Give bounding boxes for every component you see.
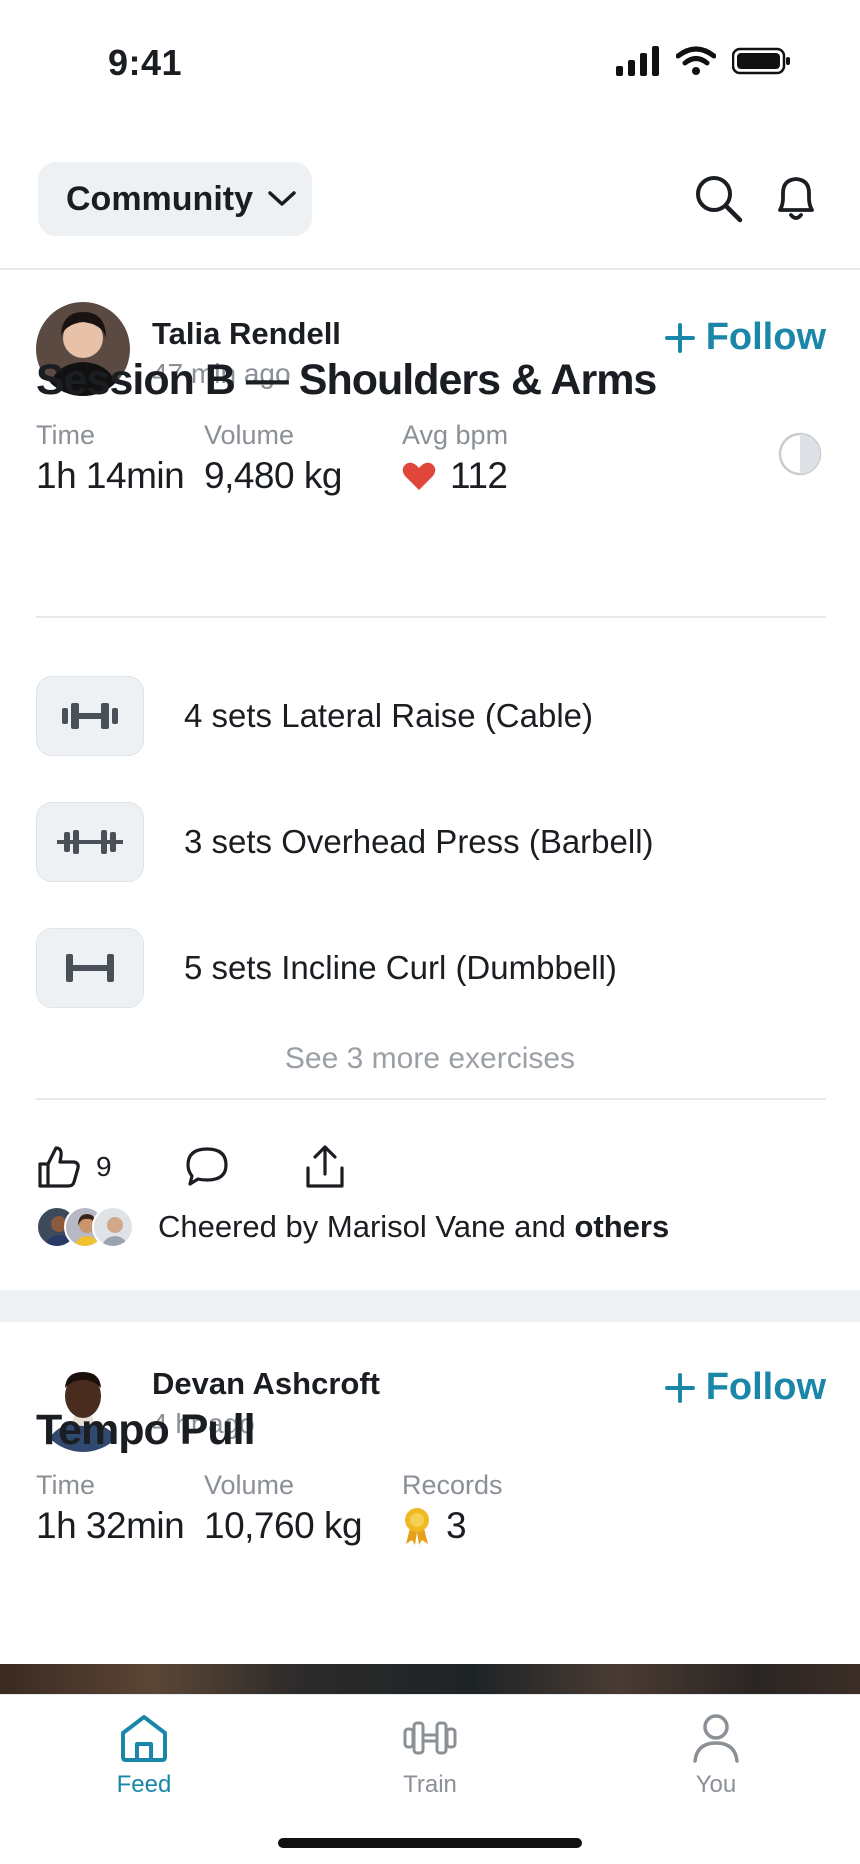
stat-volume: Volume 10,760 kg [204, 1470, 363, 1547]
exercise-item[interactable]: 4 sets Lateral Raise (Cable) [36, 676, 826, 756]
divider [36, 1098, 826, 1100]
stat-label: Time [36, 1470, 95, 1500]
medal-icon [405, 1508, 429, 1545]
workout-photo[interactable] [0, 1664, 860, 1694]
stat-label: Volume [204, 1470, 295, 1500]
follow-button[interactable]: Follow [664, 1366, 826, 1409]
stat-records: Records 3 [402, 1470, 503, 1547]
stat-value: 9,480 kg [204, 455, 342, 496]
exercise-label: 4 sets Lateral Raise (Cable) [184, 697, 594, 734]
bar-icon [66, 954, 114, 982]
status-icons [616, 46, 792, 76]
cheer-avatars [36, 1206, 134, 1248]
stat-value-row: 3 [402, 1505, 503, 1547]
community-dropdown[interactable]: Community [38, 162, 312, 236]
stat-time: Time 1h 32min [36, 1470, 185, 1547]
follow-label: Follow [705, 316, 826, 358]
avatar [92, 1206, 134, 1248]
see-more-exercises-link[interactable]: See 3 more exercises [0, 1042, 860, 1076]
cheer-row[interactable]: Cheered by Marisol Vane and others [36, 1206, 669, 1248]
exercise-thumb [36, 928, 144, 1008]
like-count: 9 [96, 1151, 112, 1182]
dumbbell-icon [403, 1721, 457, 1755]
profile-icon [693, 1714, 739, 1763]
dumbbell-icon [62, 703, 118, 729]
tab-feed[interactable]: Feed [64, 1713, 224, 1799]
stat-avg-bpm: Avg bpm 112 [402, 420, 508, 497]
stat-volume: Volume 9,480 kg [204, 420, 342, 497]
status-time: 9:41 [108, 42, 183, 83]
comment-icon [185, 1147, 228, 1186]
thumbs-up-icon [38, 1146, 80, 1188]
tab-label: Train [403, 1771, 457, 1798]
workout-post: Devan Ashcroft 4 hr ago Follow Tempo Pul… [0, 1322, 860, 1692]
tab-label: You [695, 1771, 737, 1798]
community-label: Community [66, 179, 253, 218]
tab-train[interactable]: Train [350, 1713, 510, 1799]
stat-label: Time [36, 420, 95, 450]
stat-value: 1h 32min [36, 1505, 185, 1546]
chevron-down-icon [268, 191, 296, 206]
heart-icon [402, 462, 436, 490]
barbell-icon [57, 830, 123, 854]
stat-label: Records [402, 1470, 503, 1500]
comment-button[interactable] [184, 1144, 230, 1190]
bell-icon[interactable] [770, 172, 822, 224]
exercise-thumb [36, 676, 144, 756]
exercise-item[interactable]: 3 sets Overhead Press (Barbell) [36, 802, 826, 882]
tab-you[interactable]: You [636, 1713, 796, 1799]
cellular-signal-icon [616, 46, 659, 76]
workout-post: Talia Rendell 47 min ago Follow Session … [0, 272, 860, 1288]
section-separator [0, 1290, 860, 1322]
workout-title[interactable]: Session B — Shoulders & Arms [36, 356, 657, 405]
exercise-item[interactable]: 5 sets Incline Curl (Dumbbell) [36, 928, 826, 1008]
follow-label: Follow [705, 1366, 826, 1408]
wifi-icon [676, 46, 716, 75]
post-actions: 9 [36, 1144, 348, 1190]
stat-value-row: 112 [402, 455, 508, 497]
author-name[interactable]: Talia Rendell [152, 316, 341, 352]
follow-button[interactable]: Follow [664, 316, 826, 359]
workout-title[interactable]: Tempo Pull [36, 1406, 256, 1455]
cheer-others[interactable]: others [574, 1209, 669, 1244]
cheer-prefix: Cheered by Marisol Vane and [158, 1209, 566, 1244]
like-button[interactable]: 9 [36, 1144, 112, 1190]
half-circle-icon[interactable] [778, 432, 822, 476]
cheer-text: Cheered by Marisol Vane and others [158, 1209, 669, 1245]
tab-label: Feed [116, 1771, 172, 1798]
share-icon [305, 1145, 344, 1188]
home-icon [121, 1715, 167, 1762]
bpm-value: 112 [450, 455, 508, 496]
stat-value: 1h 14min [36, 455, 185, 496]
stat-value: 10,760 kg [204, 1505, 363, 1546]
stat-label: Avg bpm [402, 420, 509, 450]
exercise-label: 5 sets Incline Curl (Dumbbell) [184, 949, 617, 986]
battery-icon [732, 47, 790, 75]
stat-label: Volume [204, 420, 295, 450]
records-value: 3 [446, 1505, 467, 1546]
status-bar: 9:41 [0, 0, 860, 120]
search-icon[interactable] [692, 172, 744, 224]
divider [36, 616, 826, 618]
author-name[interactable]: Devan Ashcroft [152, 1366, 380, 1402]
home-indicator [278, 1838, 582, 1848]
exercise-label: 3 sets Overhead Press (Barbell) [184, 823, 654, 860]
stat-time: Time 1h 14min [36, 420, 185, 497]
header: Community [0, 160, 860, 270]
plus-icon [664, 1372, 695, 1403]
share-button[interactable] [302, 1144, 348, 1190]
plus-icon [664, 322, 695, 353]
exercise-thumb [36, 802, 144, 882]
